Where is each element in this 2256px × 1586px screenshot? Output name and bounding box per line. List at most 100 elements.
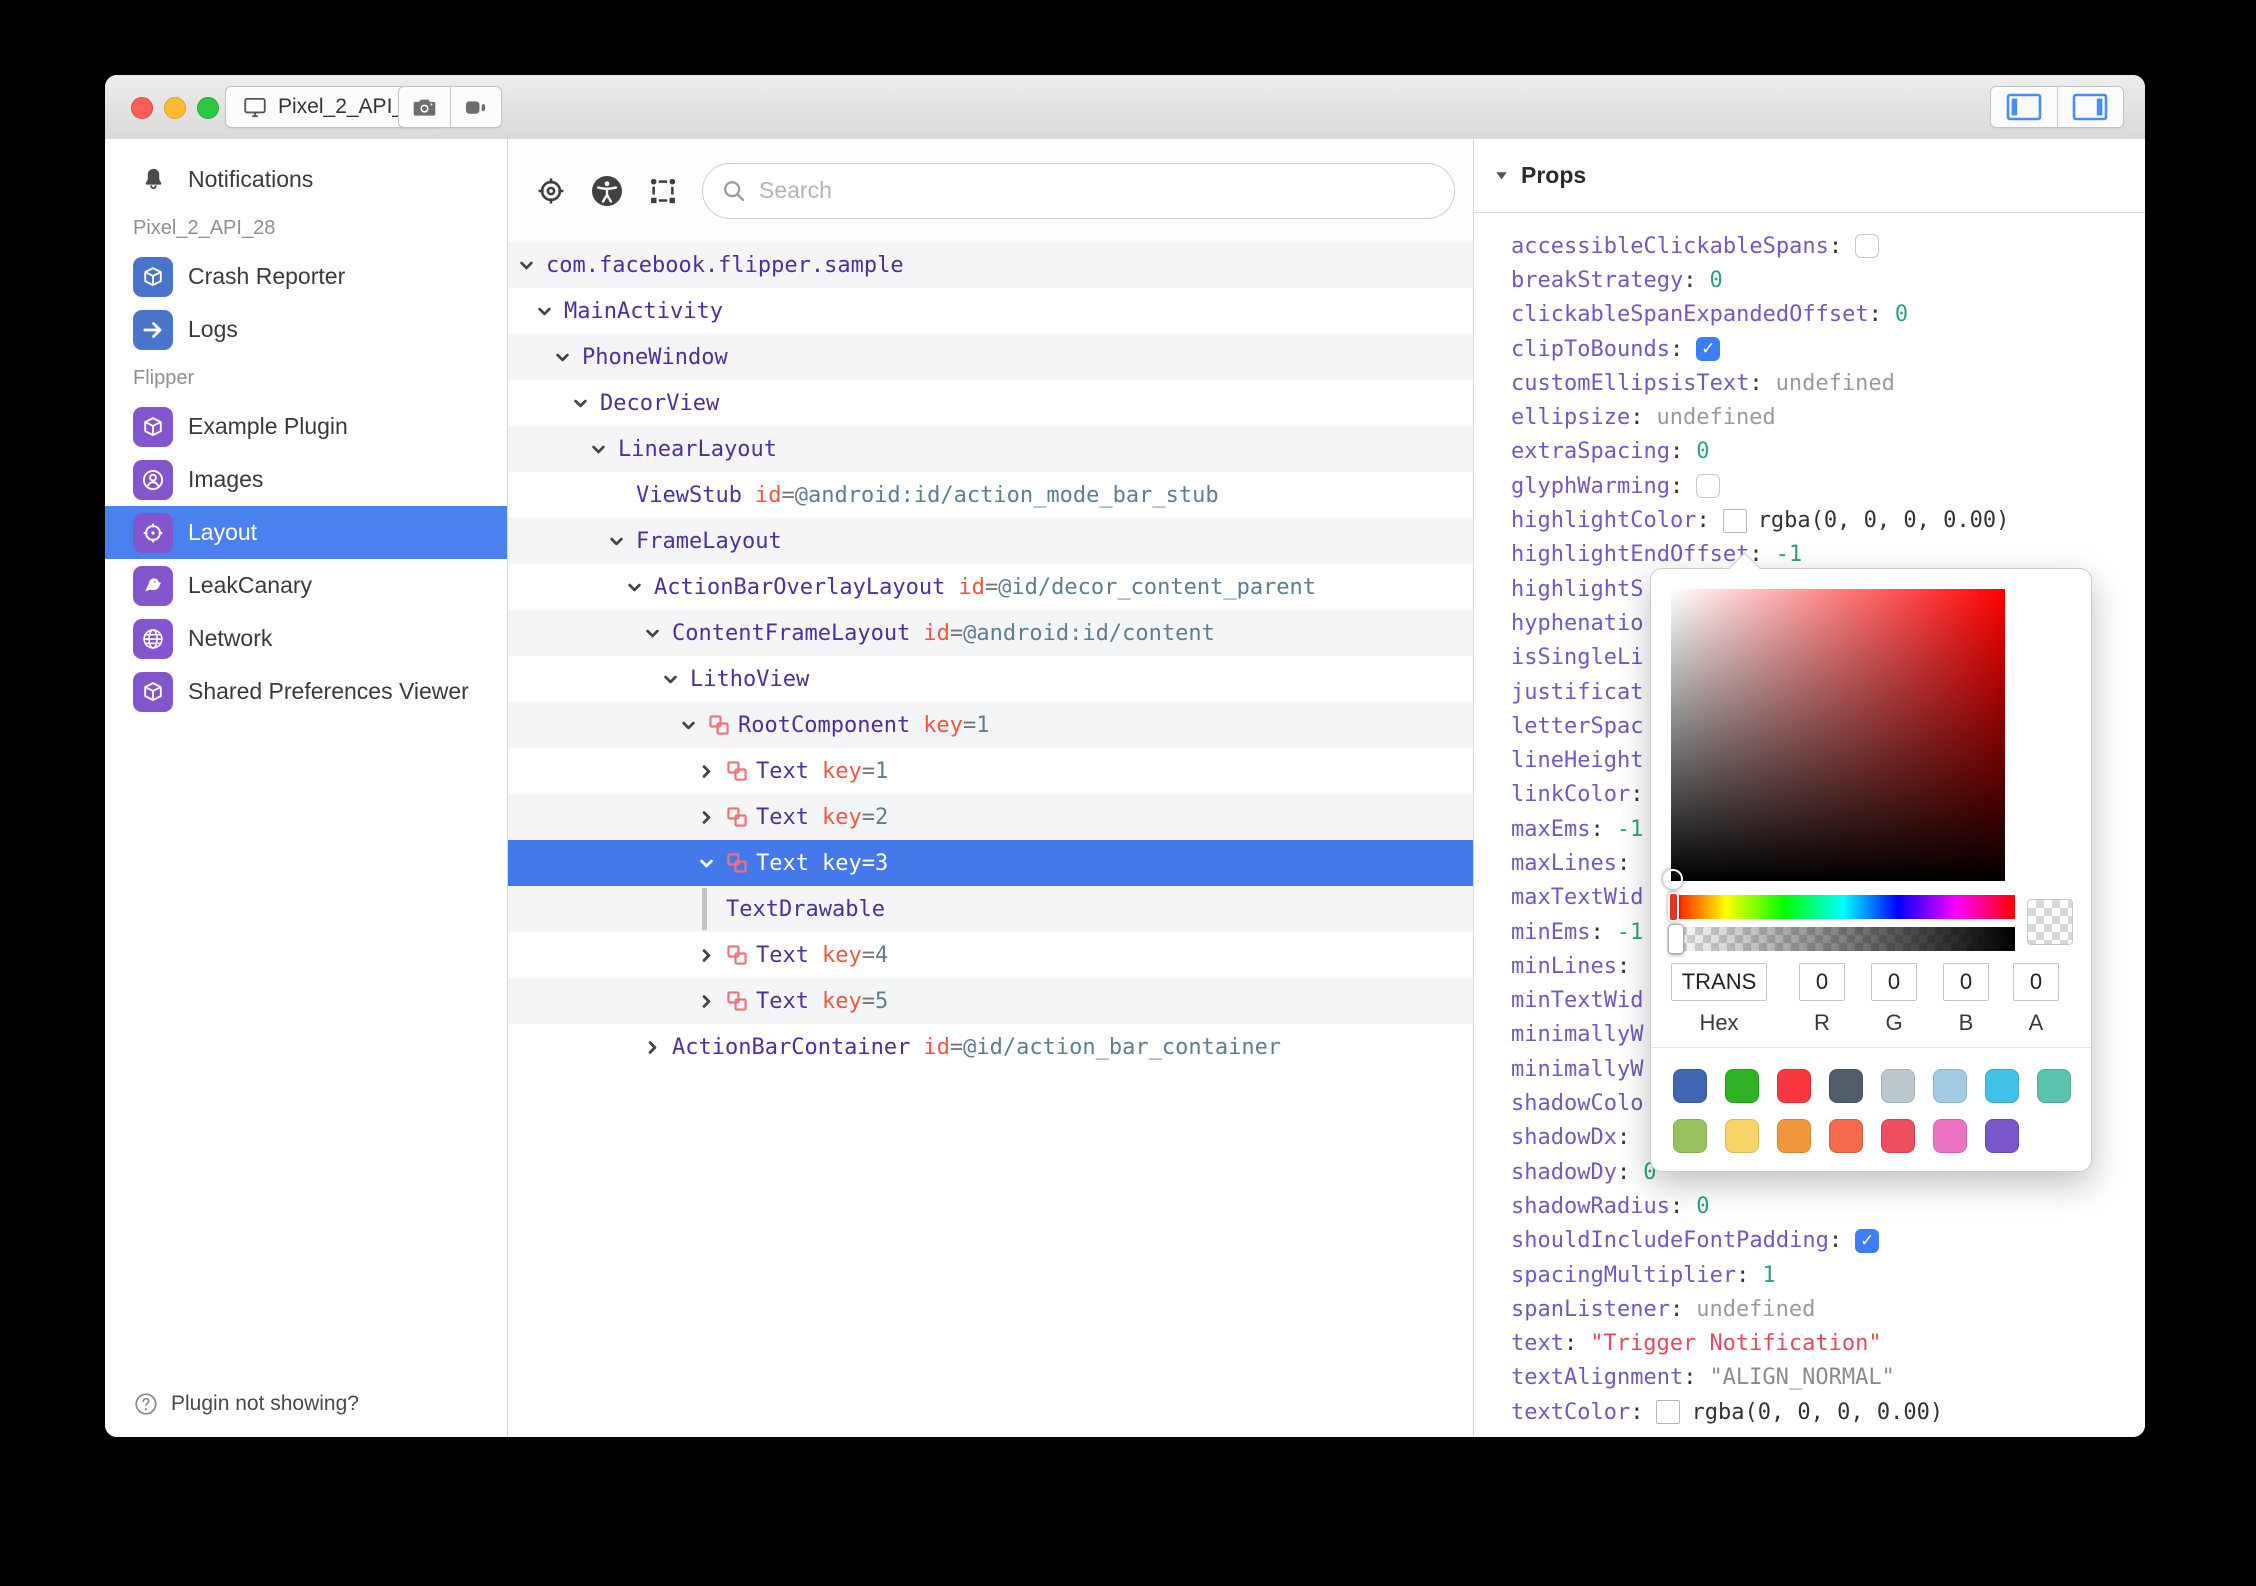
checkbox-checked[interactable]: ✓ (1696, 337, 1721, 362)
saturation-cursor[interactable] (1663, 869, 1683, 889)
expander-open-icon[interactable] (518, 257, 546, 274)
palette-swatch[interactable] (1777, 1119, 1811, 1153)
prop-name: shadowDx (1511, 1125, 1617, 1151)
prop-name: maxTextWid (1511, 885, 1644, 911)
tree-row-textdrawable[interactable]: TextDrawable (508, 886, 1473, 932)
palette-swatch[interactable] (2037, 1069, 2071, 1103)
attr-key: key (821, 850, 862, 876)
palette-swatch[interactable] (1673, 1119, 1707, 1153)
sidebar-item-example-plugin[interactable]: Example Plugin (105, 400, 507, 453)
palette-swatch[interactable] (1777, 1069, 1811, 1103)
tree-row-actionbaroverlaylayout[interactable]: ActionBarOverlayLayout id = @id/decor_conte… (508, 564, 1473, 610)
tree-row-viewstub[interactable]: ViewStub id = @android:id/action_mode_bar_s… (508, 472, 1473, 518)
sidebar-item-layout[interactable]: Layout (105, 506, 507, 559)
expander-open-icon[interactable] (608, 533, 636, 550)
palette-swatch[interactable] (1725, 1069, 1759, 1103)
zoom-button[interactable] (197, 97, 219, 119)
prop-name: customEllipsisText (1511, 370, 1750, 396)
screenshot-button[interactable] (399, 87, 450, 127)
palette-swatch[interactable] (1725, 1119, 1759, 1153)
palette-swatch[interactable] (1881, 1069, 1915, 1103)
hue-slider[interactable] (1668, 892, 2015, 922)
tree-row-text[interactable]: Text key = 5 (508, 978, 1473, 1024)
expander-open-icon[interactable] (644, 625, 672, 642)
palette-swatch[interactable] (1673, 1069, 1707, 1103)
tree-row-decorview[interactable]: DecorView (508, 380, 1473, 426)
camera-icon (411, 94, 438, 121)
toggle-left-sidebar-button[interactable] (1991, 87, 2057, 127)
expander-open-icon[interactable] (626, 579, 654, 596)
expander-closed-icon[interactable] (698, 947, 726, 964)
toggle-right-sidebar-button[interactable] (2056, 87, 2124, 127)
prop-colon: : (1669, 336, 1684, 362)
g-label: G (1885, 1010, 1903, 1035)
tree-row-rootcomponent[interactable]: RootComponent key = 1 (508, 702, 1473, 748)
expander-open-icon[interactable] (698, 855, 726, 872)
sidebar-item-network[interactable]: Network (105, 612, 507, 665)
prop-colon: : (1616, 1159, 1631, 1185)
alpha-slider-thumb[interactable] (1668, 924, 1684, 954)
sidebar-item-logs[interactable]: Logs (105, 303, 507, 356)
tree-row-mainactivity[interactable]: MainActivity (508, 288, 1473, 334)
accessibility-mode-icon[interactable] (590, 174, 624, 208)
select-element-icon[interactable] (646, 174, 680, 208)
tree-row-phonewindow[interactable]: PhoneWindow (508, 334, 1473, 380)
tree-row-text[interactable]: Text key = 1 (508, 748, 1473, 794)
tree-row-framelayout[interactable]: FrameLayout (508, 518, 1473, 564)
palette-swatch[interactable] (1829, 1119, 1863, 1153)
screen-record-button[interactable] (449, 87, 502, 127)
sidebar-item-crash-reporter[interactable]: Crash Reporter (105, 250, 507, 303)
palette-swatch[interactable] (1829, 1069, 1863, 1103)
palette-swatch[interactable] (1985, 1119, 2019, 1153)
props-header[interactable]: Props (1474, 139, 2145, 213)
alpha-input[interactable] (2013, 963, 2059, 1001)
plugin-help-link[interactable]: Plugin not showing? (133, 1391, 359, 1417)
expander-closed-icon[interactable] (698, 993, 726, 1010)
palette-swatch[interactable] (1881, 1119, 1915, 1153)
alpha-slider[interactable] (1668, 924, 2015, 954)
tree-row-linearlayout[interactable]: LinearLayout (508, 426, 1473, 472)
close-button[interactable] (131, 97, 153, 119)
target-mode-icon[interactable] (534, 174, 568, 208)
sidebar-item-shared-preferences-viewer[interactable]: Shared Preferences Viewer (105, 665, 507, 718)
expander-open-icon[interactable] (554, 349, 582, 366)
tree-row-text[interactable]: Text key = 2 (508, 794, 1473, 840)
tree-row-actionbarcontainer[interactable]: ActionBarContainer id = @id/action_bar_cont… (508, 1024, 1473, 1070)
expander-open-icon[interactable] (572, 395, 600, 412)
expander-closed-icon[interactable] (698, 763, 726, 780)
tree-row-text[interactable]: Text key = 3 (508, 840, 1473, 886)
search-box (702, 162, 1455, 219)
color-swatch[interactable] (1656, 1400, 1681, 1425)
tree-row-com-facebook-flipper-sample[interactable]: com.facebook.flipper.sample (508, 242, 1473, 288)
sidebar-item-leakcanary[interactable]: LeakCanary (105, 559, 507, 612)
prop-name: shouldIncludeFontPadding (1511, 1228, 1829, 1254)
checkbox-checked[interactable]: ✓ (1855, 1228, 1880, 1253)
hex-input[interactable] (1671, 963, 1767, 1001)
prop-name: minTextWid (1511, 988, 1644, 1014)
expander-open-icon[interactable] (662, 671, 690, 688)
saturation-brightness-area[interactable] (1663, 589, 2005, 889)
blue-input[interactable] (1943, 963, 1989, 1001)
expander-open-icon[interactable] (536, 303, 564, 320)
element-name: ContentFrameLayout (672, 620, 911, 646)
green-input[interactable] (1871, 963, 1917, 1001)
expander-open-icon[interactable] (680, 717, 708, 734)
search-input[interactable] (757, 176, 1436, 205)
sidebar-item-notifications[interactable]: Notifications (105, 153, 507, 206)
hue-slider-thumb[interactable] (1668, 892, 1679, 922)
minimize-button[interactable] (164, 97, 186, 119)
sidebar-item-images[interactable]: Images (105, 453, 507, 506)
palette-swatch[interactable] (1933, 1119, 1967, 1153)
tree-row-contentframelayout[interactable]: ContentFrameLayout id = @android:id/content (508, 610, 1473, 656)
checkbox-unchecked[interactable] (1696, 474, 1721, 499)
palette-swatch[interactable] (1985, 1069, 2019, 1103)
expander-closed-icon[interactable] (698, 809, 726, 826)
color-swatch[interactable] (1722, 508, 1747, 533)
expander-open-icon[interactable] (590, 441, 618, 458)
checkbox-unchecked[interactable] (1855, 234, 1880, 259)
tree-row-lithoview[interactable]: LithoView (508, 656, 1473, 702)
expander-closed-icon[interactable] (644, 1039, 672, 1056)
palette-swatch[interactable] (1933, 1069, 1967, 1103)
tree-row-text[interactable]: Text key = 4 (508, 932, 1473, 978)
red-input[interactable] (1799, 963, 1845, 1001)
